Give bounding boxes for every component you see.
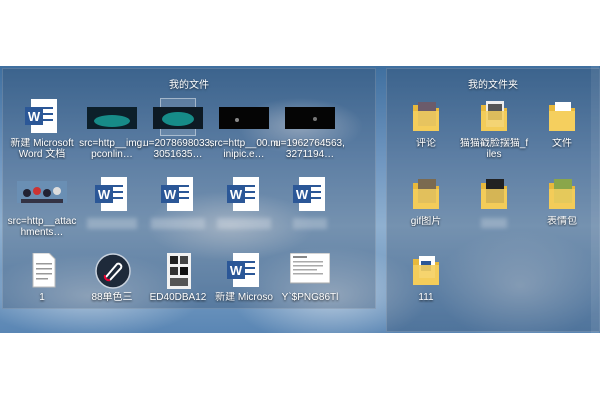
image-thumbnail-icon [87, 99, 137, 135]
icon-label: 新建 Microsoft Word 文档 [10, 138, 74, 160]
redacted-text [217, 218, 271, 229]
icon-label: 猫猫戳脸摆猫_files [459, 138, 529, 160]
folder-icon [409, 177, 443, 213]
svg-text:W: W [230, 187, 243, 202]
svg-text:W: W [164, 187, 177, 202]
fence-my-folders[interactable]: 我的文件夹 评论 猫猫戳脸摆猫_files 文件 gif图片 表情包 111 [386, 68, 600, 332]
desktop-icon[interactable]: W 新建 Microso [209, 253, 279, 303]
icon-label: 111 [418, 292, 434, 303]
desktop-background: 我的文件 W 新建 Microsoft Word 文档 src=http__im… [0, 66, 600, 333]
text-file-icon [25, 252, 59, 289]
image-thumbnail-icon [153, 98, 203, 136]
folder-icon [477, 99, 511, 135]
image-thumbnail-icon [161, 253, 195, 289]
word-doc-icon: W [227, 253, 261, 289]
desktop-icon[interactable]: ED40DBA12 [143, 253, 213, 303]
folder-icon [545, 99, 579, 135]
redacted-text [481, 218, 507, 228]
image-thumbnail-icon [289, 252, 331, 289]
desktop-folder[interactable]: 111 [391, 253, 461, 303]
desktop-icon[interactable]: W 新建 Microsoft Word 文档 [7, 99, 77, 160]
desktop-icon[interactable]: src=http__00.minipic.e… [209, 99, 279, 160]
image-thumbnail-icon [17, 177, 67, 213]
redacted-text [151, 218, 205, 229]
folder-icon [545, 177, 579, 213]
desktop-folder[interactable]: 表情包 [527, 177, 597, 227]
word-doc-icon: W [25, 99, 59, 135]
fence-my-files[interactable]: 我的文件 W 新建 Microsoft Word 文档 src=http__im… [2, 68, 376, 309]
desktop-icon[interactable]: W [143, 177, 213, 229]
desktop-folder[interactable]: 猫猫戳脸摆猫_files [459, 99, 529, 160]
fence-title: 我的文件夹 [468, 80, 518, 91]
svg-text:W: W [296, 187, 309, 202]
icon-label: 文件 [552, 138, 572, 149]
redacted-text [87, 218, 137, 229]
desktop-folder[interactable]: gif图片 [391, 177, 461, 227]
desktop-icon[interactable]: src=http__img.pconlin… [77, 99, 147, 160]
desktop-icon[interactable]: u=2078698033,3051635… [143, 98, 213, 160]
icon-label: 1 [39, 292, 45, 303]
paperclip-app-icon [95, 253, 131, 289]
icon-label: 新建 Microso [215, 292, 273, 303]
redacted-text [293, 218, 327, 229]
icon-label: 评论 [416, 138, 436, 149]
icon-label: 表情包 [547, 216, 577, 227]
desktop-folder[interactable]: 评论 [391, 99, 461, 149]
svg-text:W: W [28, 109, 41, 124]
image-thumbnail-icon [285, 99, 335, 135]
icon-label: Y`$PNG86Tl [281, 292, 339, 303]
desktop-folder[interactable]: 文件 [527, 99, 597, 149]
desktop-icon[interactable]: W [77, 177, 147, 229]
desktop-icon[interactable]: 1 [7, 252, 77, 303]
svg-text:W: W [98, 187, 111, 202]
icon-label: ED40DBA12 [149, 292, 207, 303]
folder-icon [477, 177, 511, 213]
desktop-icon[interactable]: W [275, 177, 345, 229]
word-doc-icon: W [227, 177, 261, 213]
icon-label: 88单色三 [91, 292, 133, 303]
folder-icon [409, 253, 443, 289]
icon-label: u=2078698033,3051635… [143, 138, 213, 160]
svg-text:W: W [230, 263, 243, 278]
icon-label: gif图片 [410, 216, 442, 227]
word-doc-icon: W [161, 177, 195, 213]
folder-icon [409, 99, 443, 135]
desktop-icon[interactable]: src=http__attachments… [7, 177, 77, 238]
desktop-icon[interactable]: W [209, 177, 279, 229]
desktop-icon[interactable]: Y`$PNG86Tl [275, 252, 345, 303]
desktop-folder[interactable] [459, 177, 529, 228]
icon-label: src=http__attachments… [7, 216, 77, 238]
fence-title: 我的文件 [169, 80, 209, 91]
icon-label: src=http__00.minipic.e… [209, 138, 279, 160]
word-doc-icon: W [95, 177, 129, 213]
word-doc-icon: W [293, 177, 327, 213]
desktop-icon[interactable]: 88单色三 [77, 253, 147, 303]
icon-label: src=http__img.pconlin… [79, 138, 145, 160]
icon-label: u=1962764563,3271194… [275, 138, 345, 160]
desktop-icon[interactable]: u=1962764563,3271194… [275, 99, 345, 160]
image-thumbnail-icon [219, 99, 269, 135]
scrollbar[interactable] [591, 66, 599, 333]
